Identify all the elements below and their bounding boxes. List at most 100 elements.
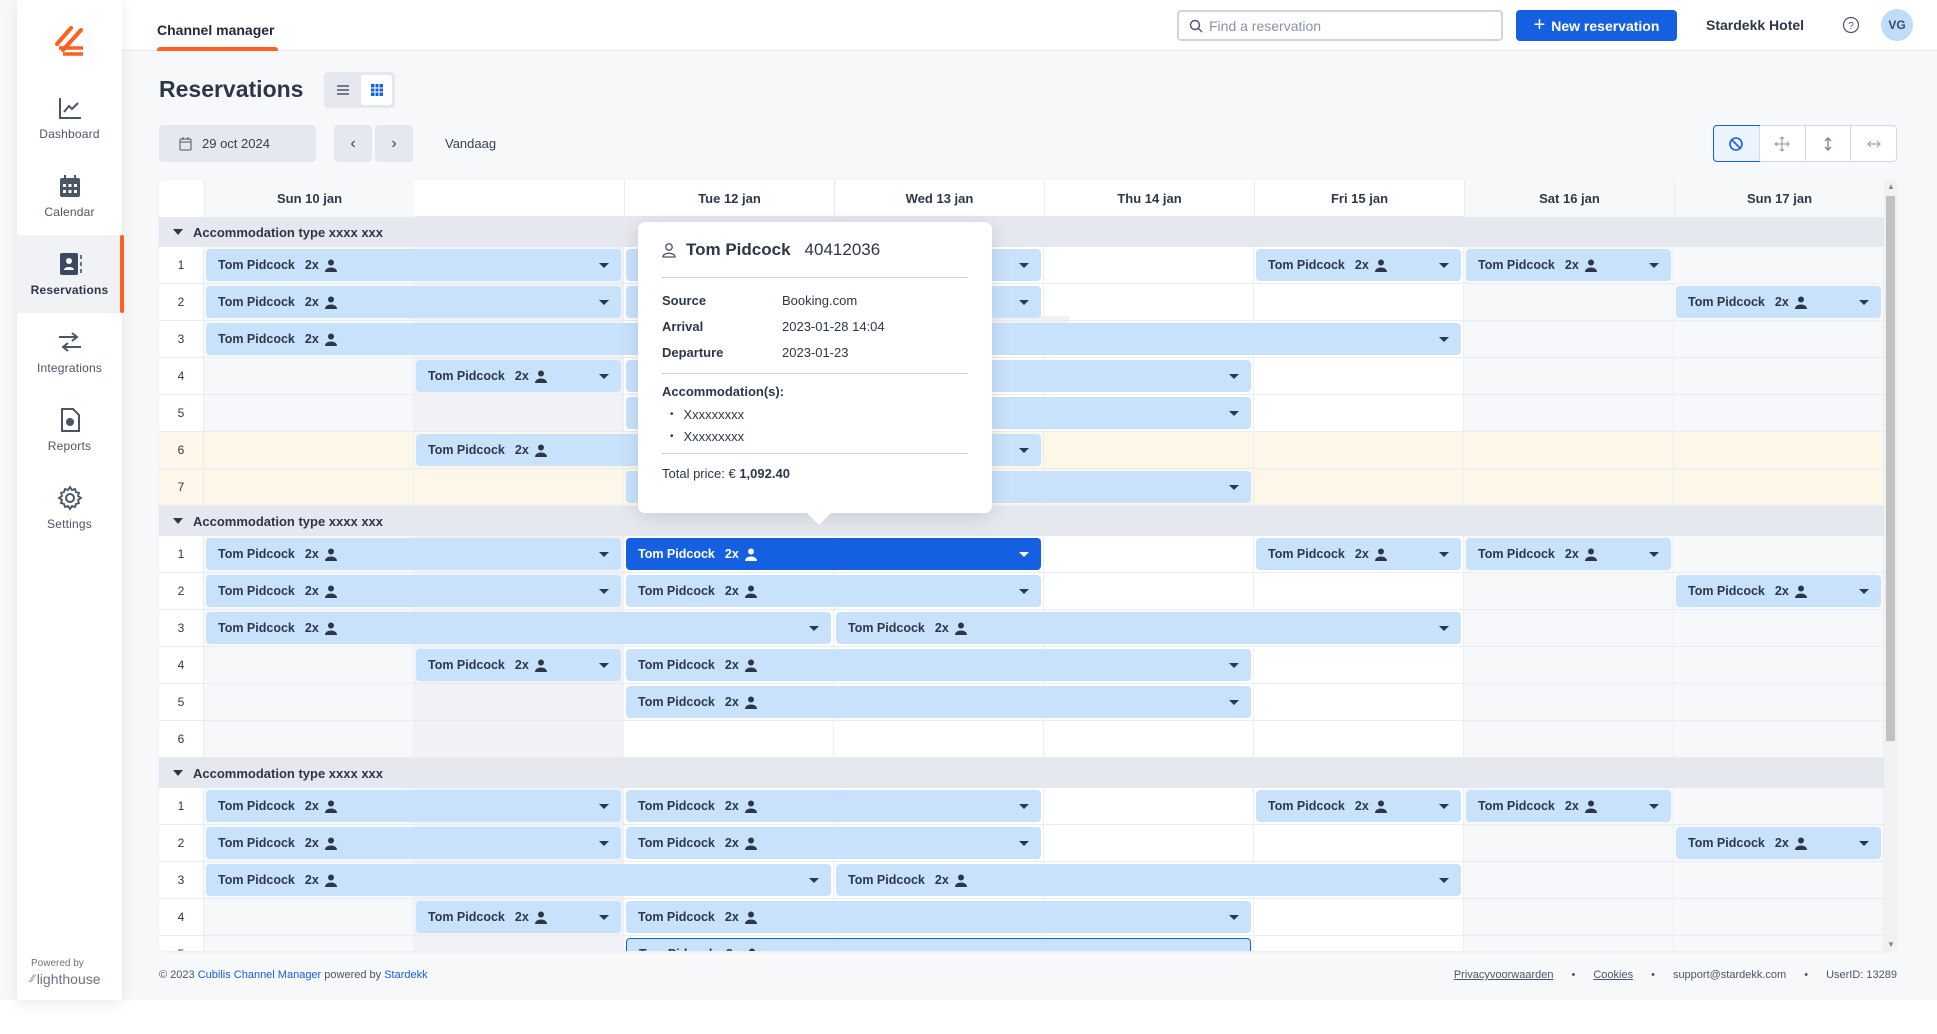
horizontal-resize-button[interactable] bbox=[1850, 126, 1896, 161]
chevron-down-icon[interactable] bbox=[1439, 625, 1449, 631]
day-cell[interactable] bbox=[1464, 647, 1674, 683]
help-icon[interactable]: ? bbox=[1842, 16, 1860, 34]
tab-channel-manager[interactable]: Channel manager bbox=[157, 22, 274, 38]
day-cell[interactable] bbox=[1254, 899, 1464, 935]
no-drag-mode-button[interactable] bbox=[1713, 125, 1760, 162]
day-cell[interactable] bbox=[204, 395, 414, 431]
day-cell[interactable] bbox=[1254, 358, 1464, 394]
booking-bar[interactable]: Tom Pidcock 2x bbox=[416, 360, 621, 392]
day-cell[interactable] bbox=[1044, 573, 1254, 609]
day-cell[interactable] bbox=[1464, 899, 1674, 935]
day-cell[interactable] bbox=[1674, 536, 1884, 572]
chevron-down-icon[interactable] bbox=[1229, 373, 1239, 379]
privacy-link[interactable]: Privacyvoorwaarden bbox=[1454, 969, 1554, 981]
booking-bar[interactable]: Tom Pidcock 2x bbox=[1466, 538, 1671, 570]
day-cell[interactable] bbox=[1044, 432, 1254, 468]
day-cell[interactable] bbox=[1674, 721, 1884, 757]
move-mode-button[interactable] bbox=[1758, 126, 1805, 161]
day-cell[interactable] bbox=[1464, 825, 1674, 861]
chevron-down-icon[interactable] bbox=[1019, 803, 1029, 809]
day-cell[interactable] bbox=[204, 358, 414, 394]
chevron-down-icon[interactable] bbox=[599, 373, 609, 379]
day-cell[interactable] bbox=[1674, 862, 1884, 898]
scroll-down-icon[interactable]: ▼ bbox=[1887, 940, 1895, 949]
chevron-down-icon[interactable] bbox=[1439, 262, 1449, 268]
day-cell[interactable] bbox=[1464, 610, 1674, 646]
chevron-down-icon[interactable] bbox=[1229, 914, 1239, 920]
day-cell[interactable] bbox=[1674, 610, 1884, 646]
chevron-down-icon[interactable] bbox=[1019, 299, 1029, 305]
booking-bar[interactable]: Tom Pidcock 2x bbox=[626, 649, 1251, 681]
booking-bar[interactable]: Tom Pidcock 2x bbox=[206, 864, 831, 896]
booking-bar[interactable]: Tom Pidcock 2x bbox=[1256, 538, 1461, 570]
day-cell[interactable] bbox=[1464, 321, 1674, 357]
chevron-down-icon[interactable] bbox=[1439, 551, 1449, 557]
chevron-down-icon[interactable] bbox=[1019, 840, 1029, 846]
day-cell[interactable] bbox=[1254, 284, 1464, 320]
booking-bar[interactable]: Tom Pidcock 2x bbox=[1676, 286, 1881, 318]
booking-bar[interactable]: Tom Pidcock 2x bbox=[206, 827, 621, 859]
day-cell[interactable] bbox=[204, 432, 414, 468]
booking-bar[interactable]: Tom Pidcock 2x bbox=[1466, 790, 1671, 822]
grid-view-button[interactable] bbox=[361, 75, 392, 105]
day-cell[interactable] bbox=[1254, 469, 1464, 505]
chevron-down-icon[interactable] bbox=[599, 551, 609, 557]
sidebar-item-settings[interactable]: Settings bbox=[17, 469, 122, 547]
chevron-down-icon[interactable] bbox=[1649, 262, 1659, 268]
collapse-caret-icon[interactable] bbox=[173, 770, 183, 776]
date-picker-button[interactable]: 29 oct 2024 bbox=[159, 125, 316, 162]
chevron-down-icon[interactable] bbox=[1229, 484, 1239, 490]
booking-bar[interactable]: Tom Pidcock 2x bbox=[1256, 790, 1461, 822]
chevron-down-icon[interactable] bbox=[1859, 840, 1869, 846]
day-cell[interactable] bbox=[1674, 684, 1884, 720]
today-button[interactable]: Vandaag bbox=[445, 136, 496, 151]
chevron-down-icon[interactable] bbox=[599, 840, 609, 846]
booking-bar[interactable]: Tom Pidcock 2x bbox=[836, 612, 1461, 644]
chevron-down-icon[interactable] bbox=[1229, 410, 1239, 416]
chevron-down-icon[interactable] bbox=[1229, 662, 1239, 668]
product-link[interactable]: Cubilis Channel Manager bbox=[198, 969, 322, 981]
chevron-down-icon[interactable] bbox=[1439, 877, 1449, 883]
day-cell[interactable] bbox=[1254, 936, 1464, 951]
booking-bar[interactable]: Tom Pidcock 2x bbox=[1676, 575, 1881, 607]
chevron-down-icon[interactable] bbox=[1019, 588, 1029, 594]
booking-bar[interactable]: Tom Pidcock 2x bbox=[206, 538, 621, 570]
chevron-down-icon[interactable] bbox=[599, 262, 609, 268]
booking-bar[interactable]: Tom Pidcock 2x bbox=[206, 575, 621, 607]
day-cell[interactable] bbox=[1044, 284, 1254, 320]
accommodation-group-header[interactable]: Accommodation type xxxx xxx bbox=[159, 506, 1884, 536]
chevron-down-icon[interactable] bbox=[1859, 588, 1869, 594]
vertical-move-button[interactable] bbox=[1804, 126, 1851, 161]
booking-bar[interactable]: Tom Pidcock 2x bbox=[1466, 249, 1671, 281]
chevron-down-icon[interactable] bbox=[809, 877, 819, 883]
company-link[interactable]: Stardekk bbox=[384, 969, 427, 981]
chevron-down-icon[interactable] bbox=[1019, 262, 1029, 268]
day-cell[interactable] bbox=[1674, 358, 1884, 394]
day-cell[interactable] bbox=[1254, 825, 1464, 861]
day-cell[interactable] bbox=[1464, 684, 1674, 720]
day-cell[interactable] bbox=[1464, 358, 1674, 394]
day-cell[interactable] bbox=[414, 936, 624, 951]
day-cell[interactable] bbox=[1674, 432, 1884, 468]
day-cell[interactable] bbox=[1254, 684, 1464, 720]
day-cell[interactable] bbox=[1674, 936, 1884, 951]
chevron-down-icon[interactable] bbox=[1439, 803, 1449, 809]
day-cell[interactable] bbox=[204, 469, 414, 505]
day-cell[interactable] bbox=[834, 721, 1044, 757]
day-cell[interactable] bbox=[414, 469, 624, 505]
day-cell[interactable] bbox=[1674, 469, 1884, 505]
accommodation-group-header[interactable]: Accommodation type xxxx xxx bbox=[159, 758, 1884, 788]
day-cell[interactable] bbox=[1464, 862, 1674, 898]
day-cell[interactable] bbox=[1674, 321, 1884, 357]
day-cell[interactable] bbox=[204, 936, 414, 951]
booking-bar[interactable]: Tom Pidcock 2x bbox=[416, 901, 621, 933]
day-cell[interactable] bbox=[1254, 647, 1464, 683]
day-cell[interactable] bbox=[1044, 247, 1254, 283]
cookies-link[interactable]: Cookies bbox=[1593, 969, 1633, 981]
chevron-down-icon[interactable] bbox=[1019, 551, 1029, 557]
collapse-caret-icon[interactable] bbox=[173, 518, 183, 524]
day-cell[interactable] bbox=[204, 647, 414, 683]
booking-bar[interactable]: Tom Pidcock 2x bbox=[626, 686, 1251, 718]
search-input[interactable] bbox=[1209, 17, 1489, 34]
hotel-name[interactable]: Stardekk Hotel bbox=[1706, 17, 1804, 33]
